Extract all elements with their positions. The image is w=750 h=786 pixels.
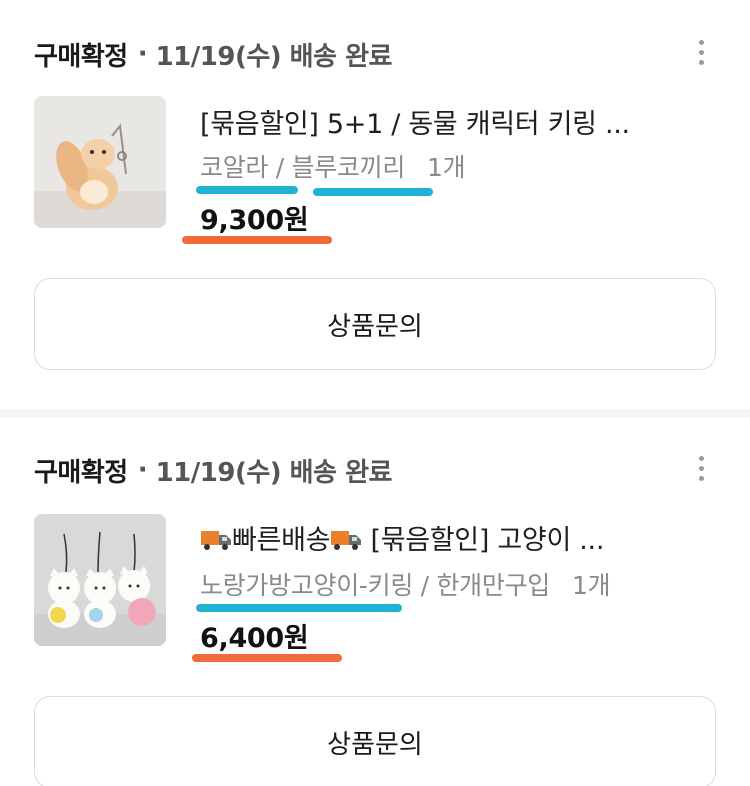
product-option: 코알라 / 블루코끼리 1개	[200, 148, 466, 184]
product-price: 6,400원	[200, 623, 309, 654]
product-quantity: 1개	[571, 571, 611, 600]
product-name-prefix: 빠른배송	[232, 525, 331, 556]
product-inquiry-button[interactable]: 상품문의	[34, 696, 716, 786]
status-separator: ·	[137, 39, 148, 69]
product-thumbnail[interactable]	[34, 514, 166, 646]
order-status: 구매확정	[34, 41, 128, 72]
delivery-date: 11/19(수) 배송 완료	[155, 41, 393, 72]
option-separator: /	[413, 571, 437, 600]
order-card: 구매확정 · 11/19(수) 배송 완료 빠른배송 [묶음할인] 고양이 ..…	[0, 418, 750, 786]
status-separator: ·	[137, 455, 148, 485]
product-name[interactable]: 빠른배송 [묶음할인] 고양이 ...	[200, 518, 700, 559]
product-inquiry-button[interactable]: 상품문의	[34, 278, 716, 370]
more-vertical-icon[interactable]	[696, 456, 706, 486]
product-quantity: 1개	[427, 153, 466, 182]
option-separator: /	[268, 153, 292, 182]
option-value-1: 노랑가방고양이-키링	[200, 571, 414, 600]
order-status-row: 구매확정 · 11/19(수) 배송 완료	[34, 450, 392, 490]
highlight-mark-orange	[182, 236, 332, 244]
product-thumbnail[interactable]	[34, 96, 166, 228]
option-value-2: 블루코끼리	[291, 153, 406, 182]
delivery-truck-icon	[200, 528, 232, 559]
order-card: 구매확정 · 11/19(수) 배송 완료 [묶음할인] 5+1 / 동물 캐릭…	[0, 0, 750, 410]
highlight-mark-blue	[196, 604, 402, 612]
highlight-mark-blue	[313, 188, 433, 196]
option-value-1: 코알라	[200, 153, 269, 182]
highlight-mark-orange	[192, 654, 342, 662]
delivery-date: 11/19(수) 배송 완료	[155, 457, 393, 488]
section-divider	[0, 410, 750, 418]
highlight-mark-blue	[196, 186, 298, 194]
order-status-row: 구매확정 · 11/19(수) 배송 완료	[34, 34, 392, 74]
product-name-text: [묶음할인] 고양이 ...	[362, 525, 605, 556]
product-price: 9,300원	[200, 205, 309, 236]
more-vertical-icon[interactable]	[696, 40, 706, 70]
option-value-2: 한개만구입	[436, 571, 550, 600]
product-name[interactable]: [묶음할인] 5+1 / 동물 캐릭터 키링 ...	[200, 102, 700, 141]
product-option: 노랑가방고양이-키링 / 한개만구입 1개	[200, 566, 611, 602]
order-status: 구매확정	[34, 457, 128, 488]
delivery-truck-icon	[330, 528, 362, 559]
